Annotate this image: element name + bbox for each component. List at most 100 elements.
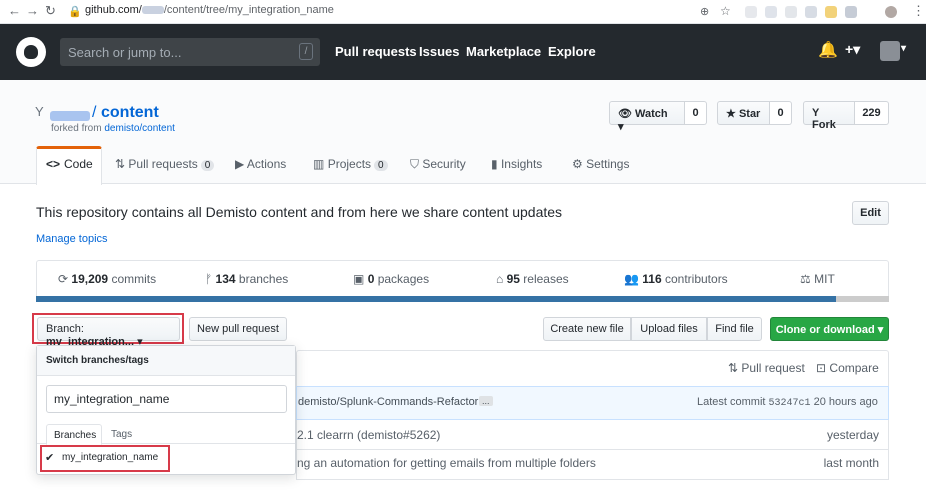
table-row: 2.1 clearrn (demisto#5262) yesterday (296, 420, 889, 450)
branch-item-my-integration-name[interactable]: ✔ my_integration_name (44, 449, 167, 469)
eye-icon: 👁 (618, 108, 632, 120)
history-icon: ⟳ (58, 272, 69, 286)
tab-security[interactable]: ⛉ Security (410, 157, 466, 172)
github-header: / Pull requests Issues Marketplace Explo… (0, 24, 926, 80)
slash-key-hint: / (299, 43, 313, 60)
fork-icon: Y (35, 104, 44, 119)
bookmark-star-icon[interactable]: ☆ (720, 4, 731, 18)
code-icon: <> (46, 157, 61, 171)
tab-actions[interactable]: ▶ Actions (235, 157, 286, 171)
fork-button[interactable]: Y Fork (803, 101, 855, 131)
star-count[interactable]: 0 (770, 101, 792, 125)
language-bar-other[interactable] (836, 296, 889, 302)
lock-icon: 🔒 (68, 6, 82, 18)
license-link[interactable]: ⚖ MIT (800, 272, 835, 286)
fork-count[interactable]: 229 (855, 101, 889, 125)
extension-icon[interactable] (745, 6, 757, 18)
tab-branches[interactable]: Branches (46, 424, 102, 445)
star-button[interactable]: ★ Star (717, 101, 770, 125)
address-bar[interactable]: github.com//content/tree/my_integration_… (85, 4, 334, 16)
pull-request-link[interactable]: ⇅ Pull request (728, 361, 805, 375)
search-input[interactable] (60, 38, 320, 66)
language-bar-python[interactable] (36, 296, 836, 302)
create-new-menu[interactable]: +▾ (845, 41, 860, 58)
notification-bell-icon[interactable]: 🔔 (818, 40, 838, 60)
forward-arrow-icon[interactable]: → (26, 3, 39, 18)
tab-projects[interactable]: ▥ Projects 0 (313, 157, 388, 171)
branch-select-button[interactable]: Branch: my_integration... ▾ (37, 317, 180, 348)
extension-icon[interactable] (765, 6, 777, 18)
repo-slash: / (92, 104, 97, 121)
branch-icon: ᚠ (205, 272, 213, 286)
forked-from-link[interactable]: demisto/content (104, 123, 175, 134)
reload-icon[interactable]: ↻ (45, 3, 56, 19)
tab-settings[interactable]: ⚙ Settings (572, 157, 629, 171)
packages-link[interactable]: ▣ 0 packages (353, 272, 429, 286)
user-avatar[interactable] (880, 41, 900, 61)
tab-code[interactable]: <> Code (36, 146, 102, 185)
tab-branches-label: Branches (54, 430, 97, 441)
compare-link[interactable]: ⊡ Compare (816, 361, 879, 375)
law-icon: ⚖ (800, 272, 811, 286)
extension-icon[interactable] (785, 6, 797, 18)
new-pull-request-button[interactable]: New pull request (189, 317, 287, 341)
row-commit-message[interactable]: 2.1 clearrn (demisto#5262) (297, 428, 440, 442)
create-new-file-button[interactable]: Create new file (543, 317, 631, 341)
upload-files-button[interactable]: Upload files (631, 317, 707, 341)
commit-message[interactable]: demisto/Splunk-Commands-Refactor (298, 396, 478, 408)
latest-commit: Latest commit 53247c1 20 hours ago (697, 396, 878, 409)
extension-icon[interactable] (805, 6, 817, 18)
package-icon: ▣ (353, 272, 365, 286)
tab-code-label: Code (64, 157, 93, 171)
pr-icon: ⇅ (115, 157, 126, 171)
row-time: last month (823, 456, 879, 470)
branch-filter-input[interactable] (46, 385, 287, 413)
tab-pull-requests[interactable]: ⇅ Pull requests 0 (115, 157, 215, 171)
forked-from-text: forked from demisto/content (51, 123, 175, 134)
nav-issues[interactable]: Issues (419, 44, 459, 59)
people-icon: 👥 (624, 272, 639, 286)
profile-avatar[interactable] (885, 6, 897, 18)
table-row: ng an automation for getting emails from… (296, 450, 889, 480)
back-arrow-icon[interactable]: ← (8, 3, 21, 18)
find-file-button[interactable]: Find file (707, 317, 762, 341)
branch-item-label: my_integration_name (62, 452, 159, 463)
github-logo-icon[interactable] (16, 37, 46, 67)
check-icon: ✔ (45, 452, 55, 464)
commit-sha[interactable]: 53247c1 (769, 398, 811, 409)
contributors-link[interactable]: 👥 116 contributors (624, 272, 728, 286)
watch-count[interactable]: 0 (685, 101, 707, 125)
branches-link[interactable]: ᚠ 134 branches (205, 272, 288, 286)
browser-toolbar: ← → ↻ 🔒 github.com//content/tree/my_inte… (0, 0, 926, 24)
repo-owner-blurred[interactable] (50, 108, 90, 121)
graph-icon: ▮ (491, 157, 498, 171)
shield-icon: ⛉ (410, 157, 420, 171)
nav-marketplace[interactable]: Marketplace (466, 44, 541, 59)
fork-icon: Y (812, 107, 820, 119)
more-menu-icon[interactable]: ⋮ (912, 3, 925, 19)
nav-pull-requests[interactable]: Pull requests (335, 44, 417, 59)
commits-link[interactable]: ⟳ 19,209 commits (58, 272, 156, 286)
dropdown-title: Switch branches/tags (46, 355, 149, 366)
row-time: yesterday (826, 428, 879, 442)
clone-or-download-button[interactable]: Clone or download ▾ (770, 317, 889, 341)
edit-description-button[interactable]: Edit (852, 201, 889, 225)
row-commit-message[interactable]: ng an automation for getting emails from… (297, 456, 596, 470)
manage-topics-link[interactable]: Manage topics (36, 233, 108, 245)
extension-icon[interactable] (845, 6, 857, 18)
dropdown-header: Switch branches/tags (37, 346, 295, 376)
star-icon: ★ (726, 108, 736, 120)
tab-insights[interactable]: ▮ Insights (491, 157, 542, 171)
extension-icon[interactable] (825, 6, 837, 18)
zoom-icon[interactable]: ⊕ (700, 5, 709, 18)
releases-link[interactable]: ⌂ 95 releases (496, 272, 569, 286)
play-icon: ▶ (235, 157, 245, 171)
watch-button[interactable]: 👁 Watch ▾ (609, 101, 685, 133)
nav-explore[interactable]: Explore (548, 44, 596, 59)
tab-tags[interactable]: Tags (111, 429, 132, 440)
pr-icon: ⇅ (728, 361, 739, 375)
chevron-down-icon[interactable]: ▾ (901, 43, 906, 54)
repo-name[interactable]: content (101, 104, 159, 122)
project-icon: ▥ (313, 157, 325, 171)
commit-ellipsis-button[interactable]: ... (479, 396, 493, 406)
